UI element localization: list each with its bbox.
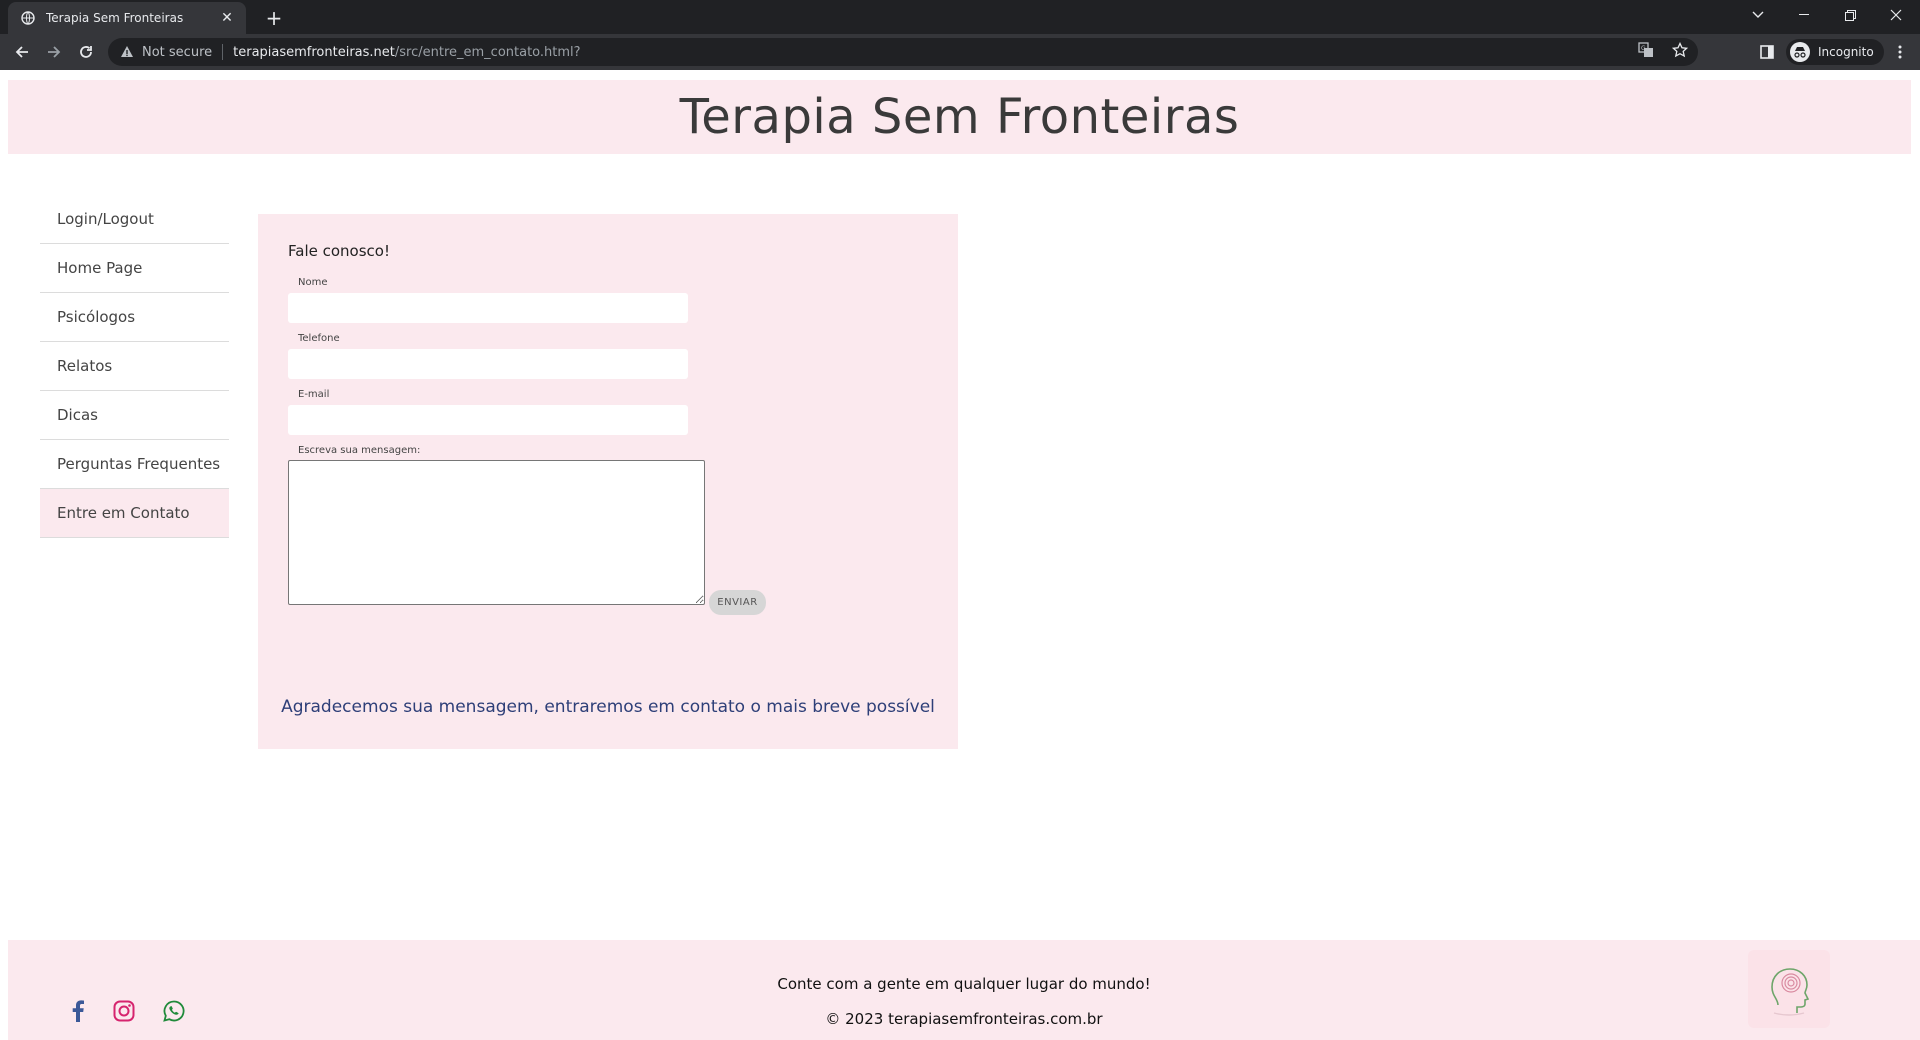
warning-icon <box>120 43 134 62</box>
incognito-icon <box>1790 42 1810 62</box>
footer-tagline: Conte com a gente em qualquer lugar do m… <box>777 975 1151 993</box>
sidebar-item-entre-em-contato[interactable]: Entre em Contato <box>40 489 229 538</box>
message-label: Escreva sua mensagem: <box>298 445 421 456</box>
browser-toolbar: Not secure terapiasemfronteiras.net /src… <box>0 34 1920 70</box>
back-arrow-icon[interactable] <box>10 40 34 64</box>
browser-tab[interactable]: Terapia Sem Fronteiras ✕ <box>8 2 246 34</box>
translate-icon[interactable]: G <box>1638 42 1654 62</box>
tab-close-icon[interactable]: ✕ <box>218 10 236 26</box>
email-input[interactable] <box>288 405 688 435</box>
sidebar-item-dicas[interactable]: Dicas <box>40 391 229 440</box>
site-header: Terapia Sem Fronteiras <box>8 80 1911 154</box>
site-title: Terapia Sem Fronteiras <box>679 89 1240 145</box>
svg-text:G: G <box>1641 45 1646 52</box>
sidebar-item-perguntas-frequentes[interactable]: Perguntas Frequentes <box>40 440 229 489</box>
browser-tab-bar: Terapia Sem Fronteiras ✕ + <box>0 0 1920 34</box>
incognito-profile[interactable]: Incognito <box>1786 39 1884 65</box>
sidebar-item-relatos[interactable]: Relatos <box>40 342 229 391</box>
reload-icon[interactable] <box>74 40 98 64</box>
forward-arrow-icon[interactable] <box>42 40 66 64</box>
side-panel-icon[interactable] <box>1755 40 1779 64</box>
tab-search-icon[interactable] <box>1735 0 1781 30</box>
globe-icon <box>20 10 36 26</box>
profile-label: Incognito <box>1818 45 1874 59</box>
security-label[interactable]: Not secure <box>142 45 212 60</box>
url-path: /src/entre_em_contato.html? <box>394 44 581 60</box>
sidebar-item-login-logout[interactable]: Login/Logout <box>40 195 229 244</box>
name-label: Nome <box>298 277 328 288</box>
site-logo <box>1748 950 1830 1028</box>
menu-kebab-icon[interactable] <box>1888 40 1912 64</box>
omnibox-divider <box>222 44 224 60</box>
name-input[interactable] <box>288 293 688 323</box>
message-textarea[interactable] <box>288 460 705 605</box>
form-title: Fale conosco! <box>288 242 390 260</box>
email-label: E-mail <box>298 389 330 400</box>
thanks-message: Agradecemos sua mensagem, entraremos em … <box>281 697 935 717</box>
phone-input[interactable] <box>288 349 688 379</box>
minimize-icon[interactable] <box>1781 0 1827 30</box>
close-window-icon[interactable] <box>1873 0 1919 30</box>
address-bar[interactable]: Not secure terapiasemfronteiras.net /src… <box>108 38 1698 66</box>
url-host: terapiasemfronteiras.net <box>233 44 395 60</box>
sidebar-nav: Login/Logout Home Page Psicólogos Relato… <box>40 195 229 538</box>
omnibox-actions: G <box>1638 41 1689 62</box>
restore-icon[interactable] <box>1827 0 1873 30</box>
phone-label: Telefone <box>298 333 340 344</box>
bookmark-star-icon[interactable] <box>1671 41 1689 62</box>
tab-title: Terapia Sem Fronteiras <box>46 11 184 25</box>
sidebar-item-psicologos[interactable]: Psicólogos <box>40 293 229 342</box>
footer-copyright: © 2023 terapiasemfronteiras.com.br <box>825 1010 1103 1028</box>
send-button[interactable]: ENVIAR <box>709 590 766 615</box>
sidebar-item-home-page[interactable]: Home Page <box>40 244 229 293</box>
new-tab-button[interactable]: + <box>260 4 288 32</box>
site-footer: Conte com a gente em qualquer lugar do m… <box>8 940 1920 1040</box>
contact-form-panel: Fale conosco! Nome Telefone E-mail Escre… <box>258 214 958 749</box>
